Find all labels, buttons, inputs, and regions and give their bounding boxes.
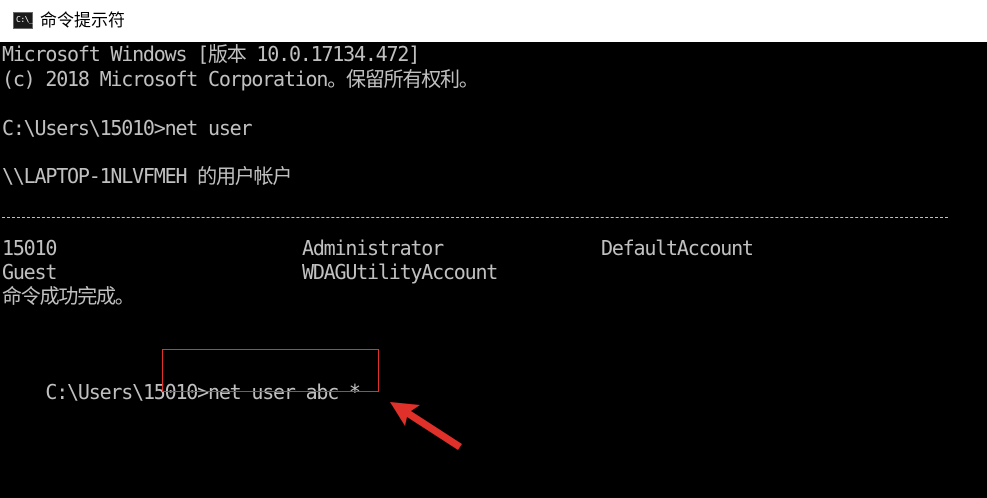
account-name: WDAGUtilityAccount (302, 260, 498, 284)
account-name: Administrator (302, 236, 444, 260)
command-highlight-box (162, 349, 379, 392)
success-line: 命令成功完成。 (2, 284, 135, 308)
accounts-header: \\LAPTOP-1NLVFMEH 的用户帐户 (2, 164, 292, 188)
account-name: 15010 (2, 236, 57, 260)
console-output[interactable]: Microsoft Windows [版本 10.0.17134.472] (c… (0, 42, 987, 498)
arrow-head (390, 402, 462, 450)
version-line: Microsoft Windows [版本 10.0.17134.472] (2, 42, 420, 66)
account-name: Guest (2, 260, 57, 284)
arrow-pointer-icon (390, 402, 462, 450)
window-title: 命令提示符 (40, 11, 125, 31)
cmd-icon: C:\_ (13, 12, 34, 29)
command-line: C:\Users\15010>net user (2, 116, 253, 140)
account-name: DefaultAccount (601, 236, 754, 260)
copyright-line: (c) 2018 Microsoft Corporation。保留所有权利。 (2, 67, 479, 91)
title-bar[interactable]: C:\_ 命令提示符 (0, 0, 987, 42)
separator-line (2, 217, 948, 218)
